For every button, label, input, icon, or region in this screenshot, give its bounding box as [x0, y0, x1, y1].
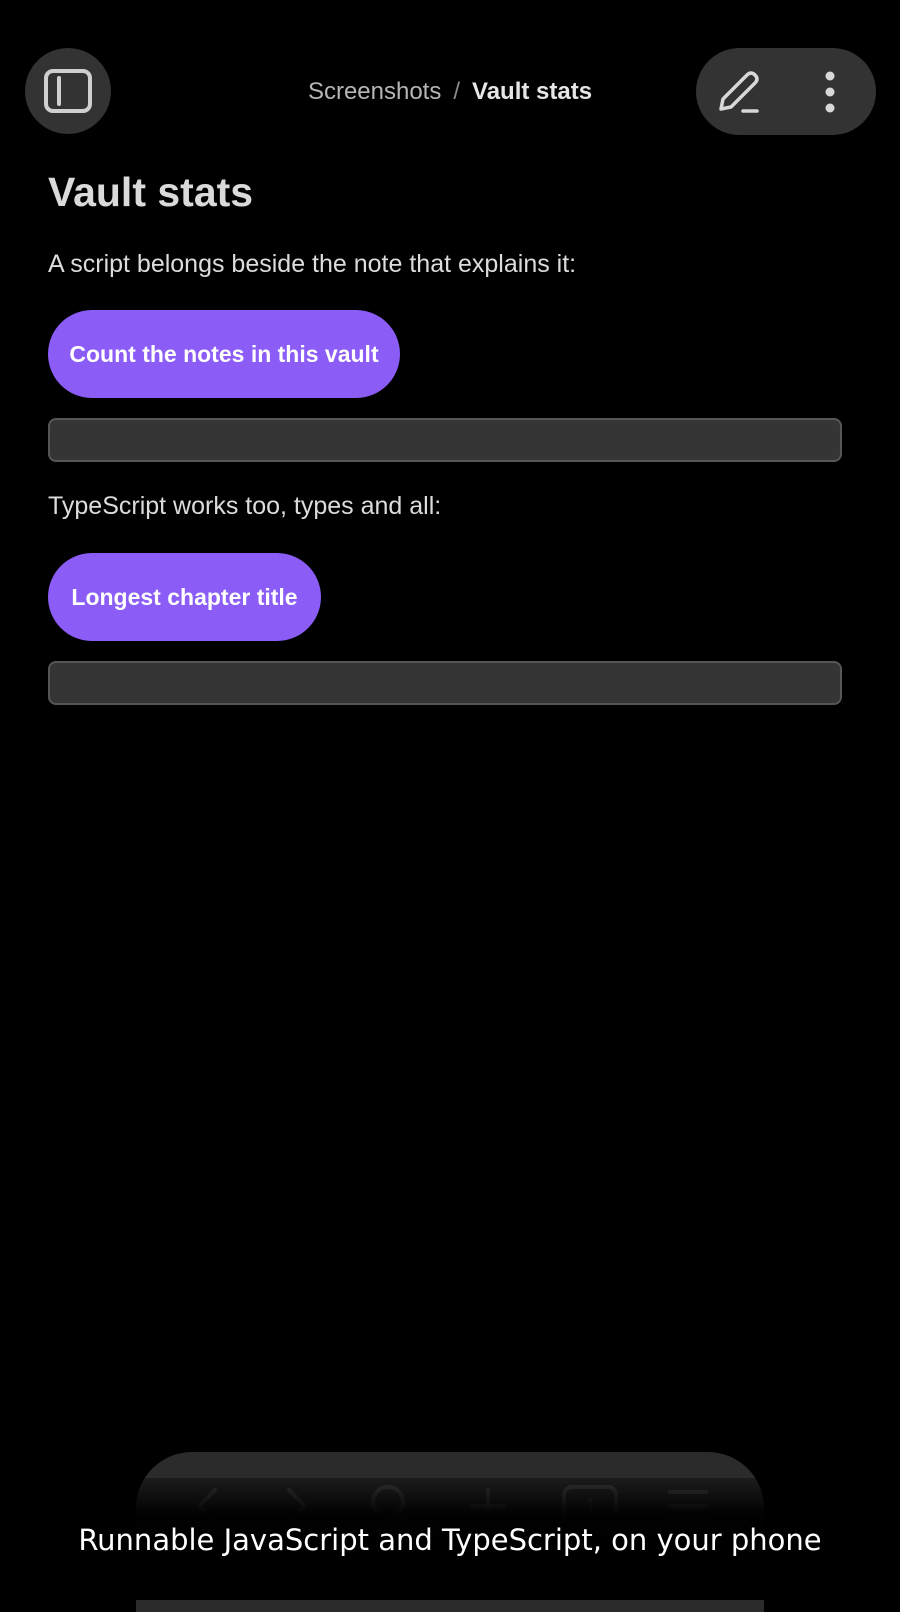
script-output-box	[48, 661, 842, 705]
count-notes-button[interactable]: Count the notes in this vault	[48, 310, 400, 398]
promo-caption: Runnable JavaScript and TypeScript, on y…	[78, 1523, 822, 1557]
breadcrumb-current: Vault stats	[472, 78, 593, 105]
breadcrumb-parent[interactable]: Screenshots	[308, 78, 441, 105]
edit-button[interactable]	[712, 66, 764, 118]
note-paragraph: TypeScript works too, types and all:	[48, 492, 442, 520]
longest-chapter-title-button[interactable]: Longest chapter title	[48, 553, 321, 641]
script-output-box	[48, 418, 842, 462]
vertical-ellipsis-icon	[825, 71, 835, 113]
more-options-button[interactable]	[810, 66, 850, 118]
breadcrumb-separator: /	[453, 78, 461, 105]
header-actions	[696, 48, 876, 135]
note-paragraph: A script belongs beside the note that ex…	[48, 250, 577, 278]
note-title: Vault stats	[48, 169, 254, 215]
pencil-icon	[719, 71, 759, 113]
